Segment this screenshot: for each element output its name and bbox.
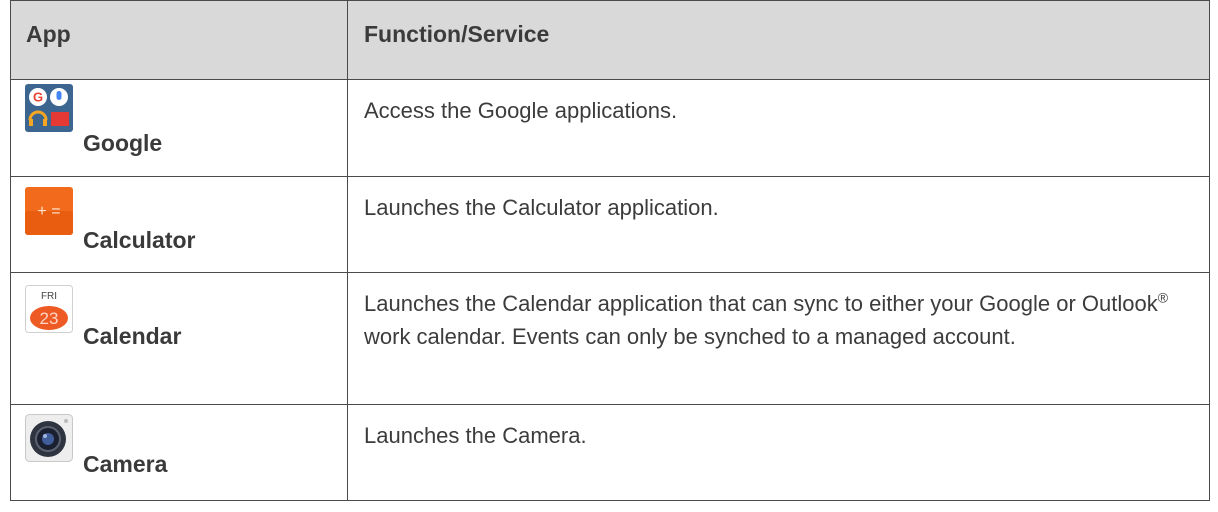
table-row: G Google Access the Google applications. xyxy=(10,79,1210,177)
camera-icon xyxy=(25,414,73,462)
app-cell-camera: Camera xyxy=(10,404,348,501)
desc-cell-calendar: Launches the Calendar application that c… xyxy=(347,272,1210,405)
desc-calendar: Launches the Calendar application that c… xyxy=(364,289,1169,349)
desc-camera: Launches the Camera. xyxy=(364,423,587,448)
svg-text:23: 23 xyxy=(40,309,59,328)
google-apps-folder-icon: G xyxy=(25,84,73,132)
svg-text:+ =: + = xyxy=(37,203,60,220)
table-row: + = Calculator Launches the Calculator a… xyxy=(10,176,1210,273)
app-cell-calculator: + = Calculator xyxy=(10,176,348,273)
registered-mark: ® xyxy=(1157,289,1169,306)
table-row: Camera Launches the Camera. xyxy=(10,404,1210,501)
desc-google: Access the Google applications. xyxy=(364,98,678,123)
app-name-camera: Camera xyxy=(83,451,168,477)
header-function-service: Function/Service xyxy=(347,0,1210,80)
svg-text:FRI: FRI xyxy=(41,291,57,302)
table-header-row: App Function/Service xyxy=(10,0,1210,80)
calculator-icon: + = xyxy=(25,187,73,235)
header-app: App xyxy=(10,0,348,80)
table-row: FRI 23 Calendar Launches the Calendar ap… xyxy=(10,272,1210,405)
app-name-google: Google xyxy=(83,130,163,156)
app-cell-google: G Google xyxy=(10,79,348,177)
app-name-calendar: Calendar xyxy=(83,323,182,349)
desc-cell-google: Access the Google applications. xyxy=(347,79,1210,177)
calendar-icon: FRI 23 xyxy=(25,285,73,333)
desc-calculator: Launches the Calculator application. xyxy=(364,195,719,220)
desc-cell-calculator: Launches the Calculator application. xyxy=(347,176,1210,273)
desc-cell-camera: Launches the Camera. xyxy=(347,404,1210,501)
app-name-calculator: Calculator xyxy=(83,227,196,253)
svg-text:G: G xyxy=(33,90,43,105)
app-cell-calendar: FRI 23 Calendar xyxy=(10,272,348,405)
apps-table: App Function/Service G Google Access the… xyxy=(10,0,1210,501)
